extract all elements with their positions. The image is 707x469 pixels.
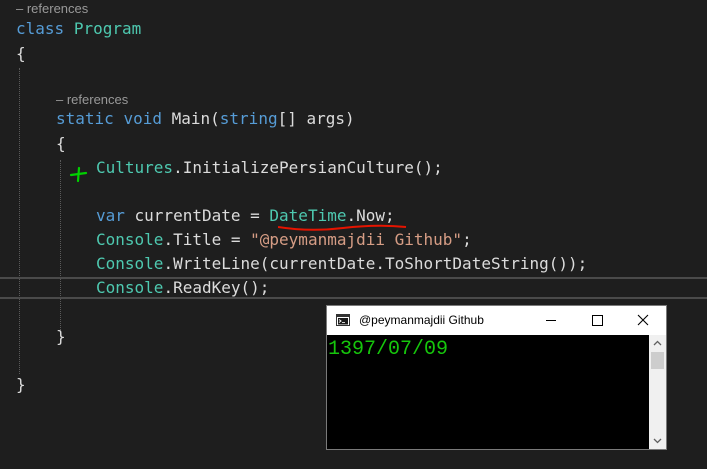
call-writeline: .WriteLine(currentDate.ToShortDateString… bbox=[163, 254, 588, 273]
codelens-main-references[interactable]: – references bbox=[56, 92, 128, 108]
type-program: Program bbox=[73, 19, 142, 38]
scroll-up-arrow-icon[interactable] bbox=[649, 335, 666, 352]
console-app-icon bbox=[336, 314, 350, 326]
call-readkey: .ReadKey(); bbox=[163, 278, 270, 297]
main-params: [] args) bbox=[277, 109, 355, 128]
code-line-class-declaration[interactable]: class Program bbox=[16, 17, 141, 41]
code-line-console-writeline[interactable]: Console.WriteLine(currentDate.ToShortDat… bbox=[96, 252, 587, 276]
screen: – references class Program { – reference… bbox=[0, 0, 707, 469]
code-line-inner-open-brace[interactable]: { bbox=[56, 132, 66, 156]
code-line-initialize-culture[interactable]: Cultures.InitializePersianCulture(); bbox=[96, 156, 443, 180]
codelens-class-references[interactable]: – references bbox=[16, 1, 88, 17]
indent-guide-outer bbox=[19, 68, 20, 374]
type-console: Console bbox=[96, 278, 164, 297]
console-scrollbar[interactable] bbox=[649, 335, 666, 449]
maximize-button[interactable] bbox=[574, 306, 620, 335]
method-main: Main( bbox=[171, 109, 220, 128]
indent-guide-inner bbox=[60, 160, 61, 330]
keyword-var: var bbox=[96, 206, 125, 225]
code-line-outer-open-brace[interactable]: { bbox=[16, 42, 26, 66]
code-line-main-declaration[interactable]: static void Main(string[] args) bbox=[56, 107, 355, 131]
type-datetime: DateTime bbox=[269, 206, 347, 225]
type-console: Console bbox=[96, 230, 164, 249]
scroll-down-arrow-icon[interactable] bbox=[649, 432, 666, 449]
close-icon bbox=[637, 314, 649, 326]
semicolon: ; bbox=[462, 230, 472, 249]
code-line-console-readkey[interactable]: Console.ReadKey(); bbox=[96, 276, 269, 300]
code-line-inner-close-brace[interactable]: } bbox=[56, 325, 66, 349]
type-cultures: Cultures bbox=[96, 158, 174, 177]
maximize-icon bbox=[592, 315, 603, 326]
scroll-thumb[interactable] bbox=[651, 352, 664, 369]
type-console: Console bbox=[96, 254, 164, 273]
keyword-class: class bbox=[16, 19, 65, 38]
console-output-text: 1397/07/09 bbox=[328, 338, 449, 361]
keyword-void: void bbox=[123, 109, 162, 128]
minimize-icon bbox=[546, 320, 556, 321]
console-title: @peymanmajdii Github bbox=[359, 313, 484, 327]
member-now: .Now; bbox=[346, 206, 395, 225]
call-initialize-persian-culture: .InitializePersianCulture(); bbox=[173, 158, 443, 177]
code-line-console-title[interactable]: Console.Title = "@peymanmajdii Github"; bbox=[96, 228, 472, 252]
close-button[interactable] bbox=[620, 306, 666, 335]
console-titlebar[interactable]: @peymanmajdii Github bbox=[327, 306, 666, 335]
console-window[interactable]: @peymanmajdii Github 1397/07/09 bbox=[326, 305, 667, 450]
keyword-string: string bbox=[219, 109, 278, 128]
keyword-static: static bbox=[56, 109, 114, 128]
code-line-outer-close-brace[interactable]: } bbox=[16, 373, 26, 397]
var-current-date: currentDate = bbox=[124, 206, 270, 225]
string-title-value: "@peymanmajdii Github" bbox=[250, 230, 463, 249]
minimize-button[interactable] bbox=[528, 306, 574, 335]
console-output-area[interactable]: 1397/07/09 bbox=[327, 335, 650, 449]
quick-action-plus-icon[interactable] bbox=[69, 164, 89, 184]
member-title: .Title = bbox=[163, 230, 251, 249]
